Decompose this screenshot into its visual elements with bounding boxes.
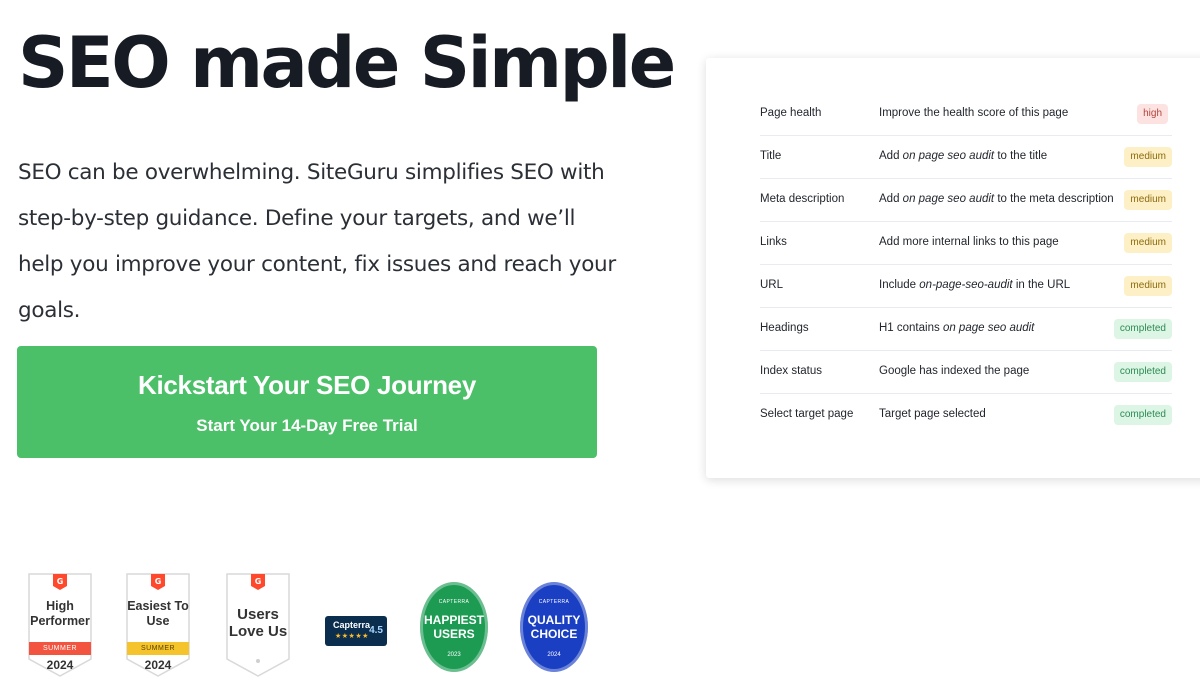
audit-action-text: Improve the health score of this page [879,107,1069,119]
audit-check-name: Index status [760,365,823,377]
seal-year: 2023 [447,652,461,658]
audit-check-name: Headings [760,322,809,334]
audit-action-text: Add more internal links to this page [879,236,1059,248]
svg-text:G: G [255,577,262,586]
audit-action-text: Add [879,193,903,205]
audit-action-text: Target page selected [879,408,986,420]
audit-action: Add on page seo audit to the title [879,150,1047,162]
priority-badge: high [1137,104,1168,124]
audit-action-text: to the meta description [994,193,1114,205]
seo-audit-card: Page health Improve the health score of t… [706,58,1200,478]
priority-badge: medium [1124,190,1172,210]
audit-check-name: Links [760,236,787,248]
audit-action: Google has indexed the page [879,365,1029,377]
badge-title: High Performer [30,599,90,628]
audit-action-text: H1 contains [879,322,943,334]
audit-row: Index status Google has indexed the page c… [760,351,1172,394]
audit-action-text: Google has indexed the page [879,365,1030,377]
audit-table: Page health Improve the health score of t… [760,93,1172,436]
audit-row: Page health Improve the health score of t… [760,93,1172,136]
capterra-logo: Capterra [333,620,371,630]
g2-high-performer-badge: G High Performer SUMMER 2024 [28,573,92,677]
audit-action: Add more internal links to this page [879,236,1059,248]
audit-keyword: on-page-seo-audit [919,279,1013,291]
audit-action-text: to the title [994,150,1048,162]
audit-row: Title Add on page seo audit to the title m… [760,136,1172,179]
audit-row: Select target page Target page selected co… [760,394,1172,436]
svg-text:G: G [57,577,64,586]
audit-action: Target page selected [879,408,986,420]
badge-title: Users Love Us [228,606,288,640]
hero-title: SEO made Simple [18,22,676,104]
priority-badge: completed [1113,319,1172,339]
priority-badge: completed [1113,405,1172,425]
audit-check-name: URL [760,279,784,291]
priority-badge: medium [1124,233,1172,253]
star-rating-icon: ★★★★★ [335,633,369,640]
capterra-score: 4.5 [369,625,383,636]
audit-action-text: Include [879,279,920,291]
audit-row: URL Include on-page-seo-audit in the URL m… [760,265,1172,308]
audit-action: Include on-page-seo-audit in the URL [879,279,1070,291]
capterra-rating-badge: Capterra ★★★★★ 4.5 [325,616,387,646]
audit-action: Add on page seo audit to the meta descri… [879,193,1114,205]
audit-action-text: in the URL [1012,279,1071,291]
badge-season: SUMMER [127,642,189,655]
happiest-users-seal: CAPTERRA HAPPIEST USERS 2023 [420,582,488,672]
cta-label: Kickstart Your SEO Journey [137,370,477,400]
badge-year: 2024 [46,658,74,672]
quality-choice-seal: CAPTERRA QUALITY CHOICE 2024 [520,582,588,672]
cta-sublabel: Start Your 14-Day Free Trial [196,416,418,435]
badge-year: 2024 [144,658,172,672]
seal-year: 2024 [547,652,561,658]
hero-description: SEO can be overwhelming. SiteGuru simpli… [18,160,616,323]
audit-action-text: Add [879,150,903,162]
priority-badge: medium [1124,276,1172,296]
audit-row: Headings H1 contains on page seo audit com… [760,308,1172,351]
audit-check-name: Meta description [760,193,845,205]
audit-action: H1 contains on page seo audit [879,322,1034,334]
priority-badge: completed [1113,362,1172,382]
svg-text:G: G [155,577,162,586]
badge-title: Easiest To Use [127,599,189,628]
seal-brand: CAPTERRA [438,599,470,605]
kickstart-cta-button[interactable]: Kickstart Your SEO Journey Start Your 14… [17,346,597,458]
seal-title: QUALITY CHOICE [527,613,581,641]
seal-brand: CAPTERRA [538,599,570,605]
priority-badge: medium [1124,147,1172,167]
audit-keyword: on page seo audit [942,322,1035,334]
audit-check-name: Title [760,150,782,162]
g2-users-love-us-badge: G Users Love Us [226,573,290,677]
audit-check-name: Page health [760,107,822,119]
awards-row: G High Performer SUMMER 2024 G Easiest T… [0,560,620,680]
g2-easiest-to-use-badge: G Easiest To Use SUMMER 2024 [126,573,190,677]
audit-check-name: Select target page [760,408,854,420]
badge-season: SUMMER [29,642,91,655]
audit-keyword: on page seo audit [902,150,995,162]
audit-row: Meta description Add on page seo audit to… [760,179,1172,222]
audit-row: Links Add more internal links to this pag… [760,222,1172,265]
audit-action: Improve the health score of this page [879,107,1068,119]
seal-title: HAPPIEST USERS [423,613,484,641]
audit-keyword: on page seo audit [902,193,995,205]
